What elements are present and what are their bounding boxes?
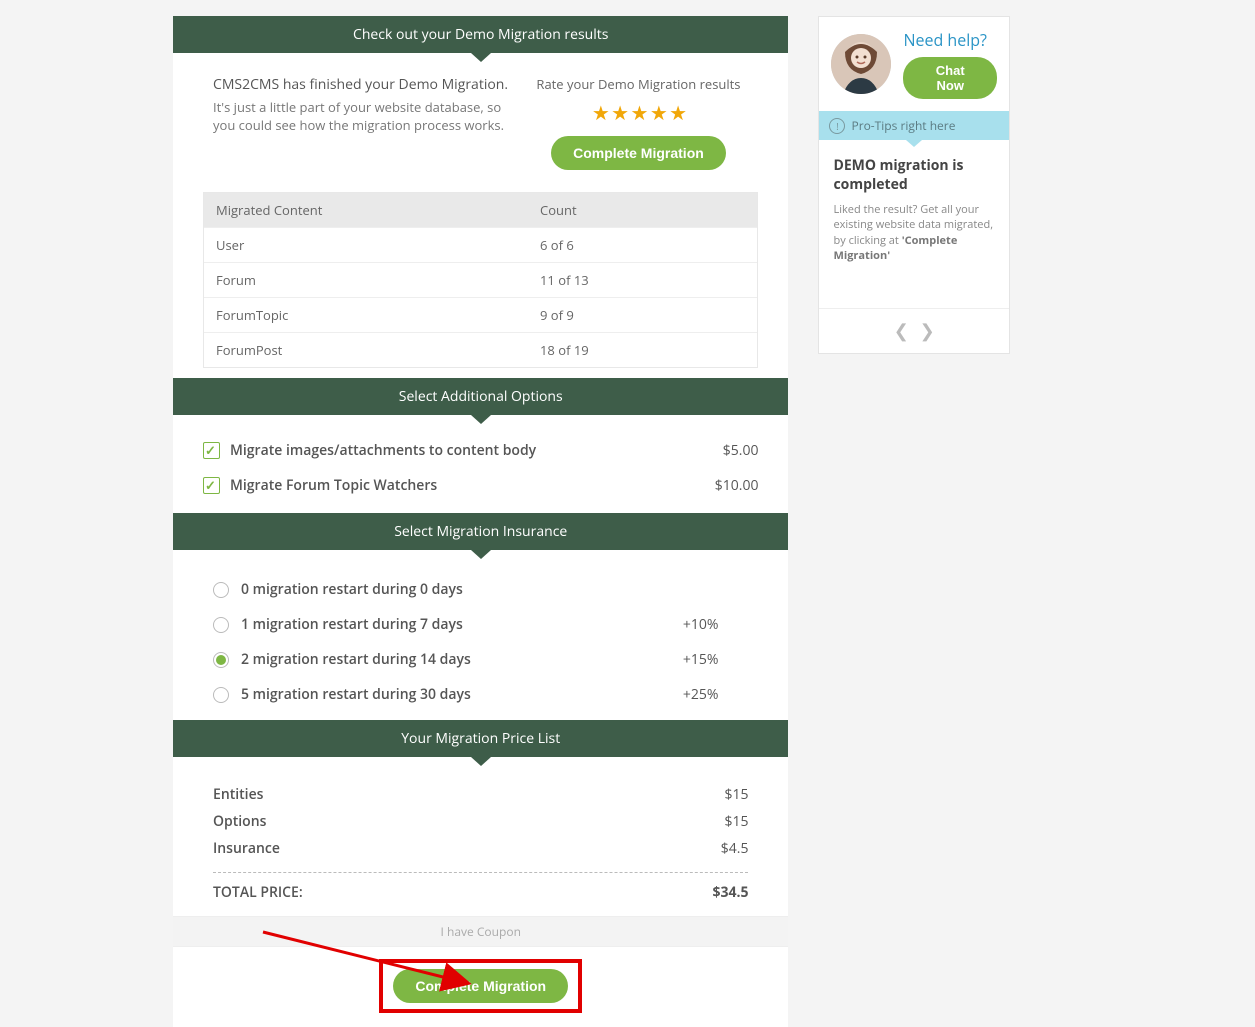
demo-subtext: It's just a little part of your website … bbox=[213, 98, 508, 134]
help-sidebar: Need help? Chat Now ! Pro-Tips right her… bbox=[818, 16, 1010, 354]
insurance-option: 2 migration restart during 14 days +15% bbox=[213, 642, 748, 677]
next-tip-button[interactable]: ❯ bbox=[920, 319, 935, 343]
insurance-header: Select Migration Insurance bbox=[173, 513, 788, 550]
option-row: Migrate Forum Topic Watchers $10.00 bbox=[203, 468, 758, 503]
table-cell-count: 9 of 9 bbox=[528, 298, 757, 332]
table-cell-name: Forum bbox=[204, 263, 528, 297]
price-label-options: Options bbox=[213, 812, 266, 831]
complete-migration-button[interactable]: Complete Migration bbox=[393, 969, 568, 1003]
checkbox-checked-icon[interactable] bbox=[203, 477, 220, 494]
insurance-percent: +10% bbox=[683, 615, 719, 634]
option-label: Migrate Forum Topic Watchers bbox=[230, 476, 437, 495]
radio-icon[interactable] bbox=[213, 582, 229, 598]
price-label-insurance: Insurance bbox=[213, 839, 280, 858]
avatar bbox=[831, 34, 891, 94]
tip-text: Liked the result? Get all your existing … bbox=[833, 202, 995, 264]
insurance-option: 5 migration restart during 30 days +25% bbox=[213, 677, 748, 712]
option-row: Migrate images/attachments to content bo… bbox=[203, 433, 758, 468]
table-row: Forum 11 of 13 bbox=[204, 262, 757, 297]
divider bbox=[213, 872, 748, 873]
results-header: Check out your Demo Migration results bbox=[173, 16, 788, 53]
star-icon[interactable]: ★ bbox=[669, 99, 685, 126]
pro-tips-label: Pro-Tips right here bbox=[851, 117, 955, 134]
table-row: ForumTopic 9 of 9 bbox=[204, 297, 757, 332]
radio-icon[interactable] bbox=[213, 687, 229, 703]
star-icon[interactable]: ★ bbox=[631, 99, 647, 126]
tip-title: DEMO migration is completed bbox=[833, 156, 995, 194]
pricelist-header: Your Migration Price List bbox=[173, 720, 788, 757]
info-icon: ! bbox=[829, 118, 845, 134]
star-icon[interactable]: ★ bbox=[650, 99, 666, 126]
migrated-content-table: Migrated Content Count User 6 of 6 Forum… bbox=[203, 192, 758, 368]
table-cell-name: User bbox=[204, 228, 528, 262]
checkbox-checked-icon[interactable] bbox=[203, 442, 220, 459]
insurance-label: 0 migration restart during 0 days bbox=[241, 580, 463, 599]
table-header-count: Count bbox=[528, 193, 757, 227]
options-header: Select Additional Options bbox=[173, 378, 788, 415]
complete-migration-top-button[interactable]: Complete Migration bbox=[551, 136, 726, 170]
need-help-label: Need help? bbox=[903, 29, 997, 51]
option-label: Migrate images/attachments to content bo… bbox=[230, 441, 536, 460]
option-price: $5.00 bbox=[723, 441, 759, 460]
table-row: ForumPost 18 of 19 bbox=[204, 332, 757, 367]
table-cell-count: 18 of 19 bbox=[528, 333, 757, 367]
insurance-percent: +25% bbox=[683, 685, 719, 704]
radio-icon[interactable] bbox=[213, 617, 229, 633]
table-cell-count: 6 of 6 bbox=[528, 228, 757, 262]
insurance-option: 1 migration restart during 7 days +10% bbox=[213, 607, 748, 642]
star-icon[interactable]: ★ bbox=[592, 99, 608, 126]
main-column: Check out your Demo Migration results CM… bbox=[173, 16, 788, 1027]
table-cell-name: ForumPost bbox=[204, 333, 528, 367]
highlight-box: Complete Migration bbox=[379, 959, 582, 1013]
table-cell-name: ForumTopic bbox=[204, 298, 528, 332]
price-value-insurance: $4.5 bbox=[721, 839, 749, 858]
insurance-label: 5 migration restart during 30 days bbox=[241, 685, 471, 704]
insurance-option: 0 migration restart during 0 days bbox=[213, 572, 748, 607]
star-icon[interactable]: ★ bbox=[611, 99, 627, 126]
pro-tips-bar: ! Pro-Tips right here bbox=[819, 111, 1009, 140]
demo-summary: CMS2CMS has finished your Demo Migration… bbox=[173, 53, 788, 182]
price-label-entities: Entities bbox=[213, 785, 263, 804]
price-label-total: TOTAL PRICE: bbox=[213, 883, 303, 902]
option-price: $10.00 bbox=[715, 476, 759, 495]
insurance-percent: +15% bbox=[683, 650, 719, 669]
rate-label: Rate your Demo Migration results bbox=[528, 75, 748, 93]
radio-selected-icon[interactable] bbox=[213, 652, 229, 668]
demo-lead: CMS2CMS has finished your Demo Migration… bbox=[213, 75, 508, 94]
price-value-options: $15 bbox=[724, 812, 748, 831]
price-value-total: $34.5 bbox=[712, 883, 748, 902]
rating-stars[interactable]: ★ ★ ★ ★ ★ bbox=[528, 99, 748, 126]
table-row: User 6 of 6 bbox=[204, 227, 757, 262]
coupon-link[interactable]: I have Coupon bbox=[173, 916, 788, 947]
chat-now-button[interactable]: Chat Now bbox=[903, 57, 997, 99]
insurance-label: 1 migration restart during 7 days bbox=[241, 615, 463, 634]
price-value-entities: $15 bbox=[724, 785, 748, 804]
table-cell-count: 11 of 13 bbox=[528, 263, 757, 297]
table-header-content: Migrated Content bbox=[204, 193, 528, 227]
insurance-label: 2 migration restart during 14 days bbox=[241, 650, 471, 669]
prev-tip-button[interactable]: ❮ bbox=[894, 319, 909, 343]
